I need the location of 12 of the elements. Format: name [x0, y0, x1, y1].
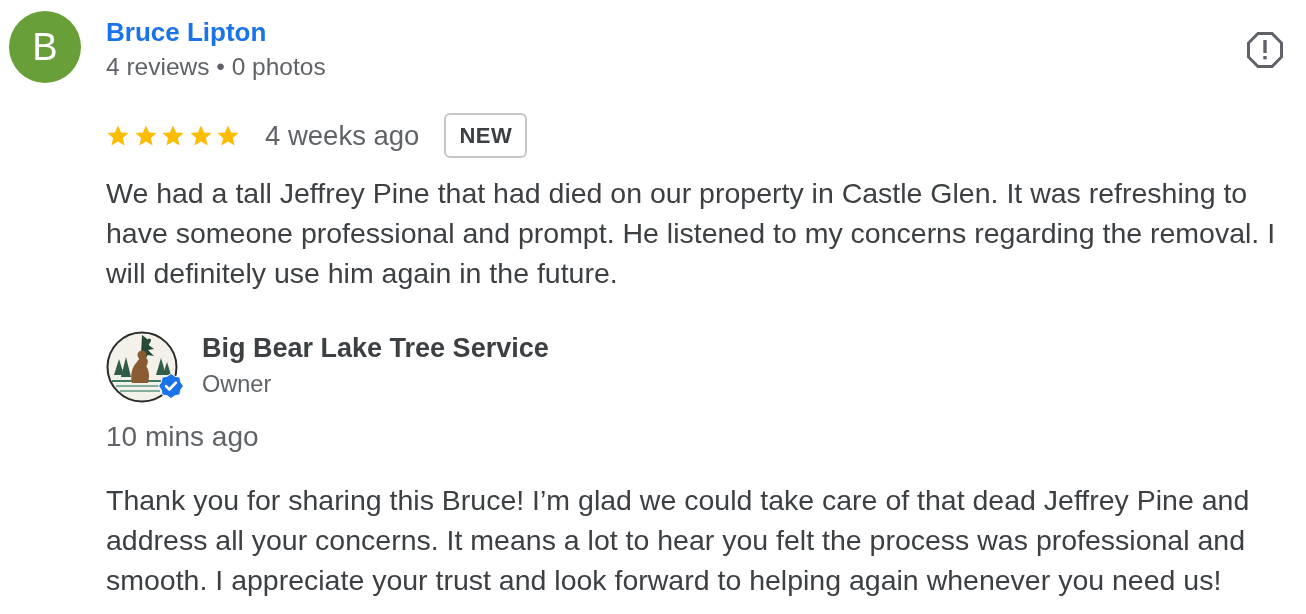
owner-role: Owner [202, 370, 272, 399]
response-text: Thank you for sharing this Bruce! I’m glad we could take care of that dead Jeffrey Pine and address all your concerns. It means a lot to hear you felt the process was professional and smooth. I appreciate your trust and look forward to helping again whenever you need us! [106, 483, 1251, 598]
new-label: NEW [444, 113, 528, 158]
bear-tree-logo-icon [106, 331, 178, 403]
response-time: 10 mins ago [106, 421, 259, 453]
review-text: We had a tall Jeffrey Pine that had died on our property in Castle Glen. It was refreshing to have someone professional and prompt. He listened to my concerns regarding the removal. I will definitely use him again in the future. [106, 176, 1277, 291]
reviewer-avatar[interactable]: B [9, 11, 81, 83]
reviewer-stats: 4 reviews • 0 photos [106, 52, 326, 82]
review-time: 4 weeks ago [265, 119, 420, 152]
owner-name: Big Bear Lake Tree Service [202, 332, 549, 365]
reviewer-name[interactable]: Bruce Lipton [106, 16, 267, 48]
report-icon[interactable] [1246, 31, 1284, 69]
